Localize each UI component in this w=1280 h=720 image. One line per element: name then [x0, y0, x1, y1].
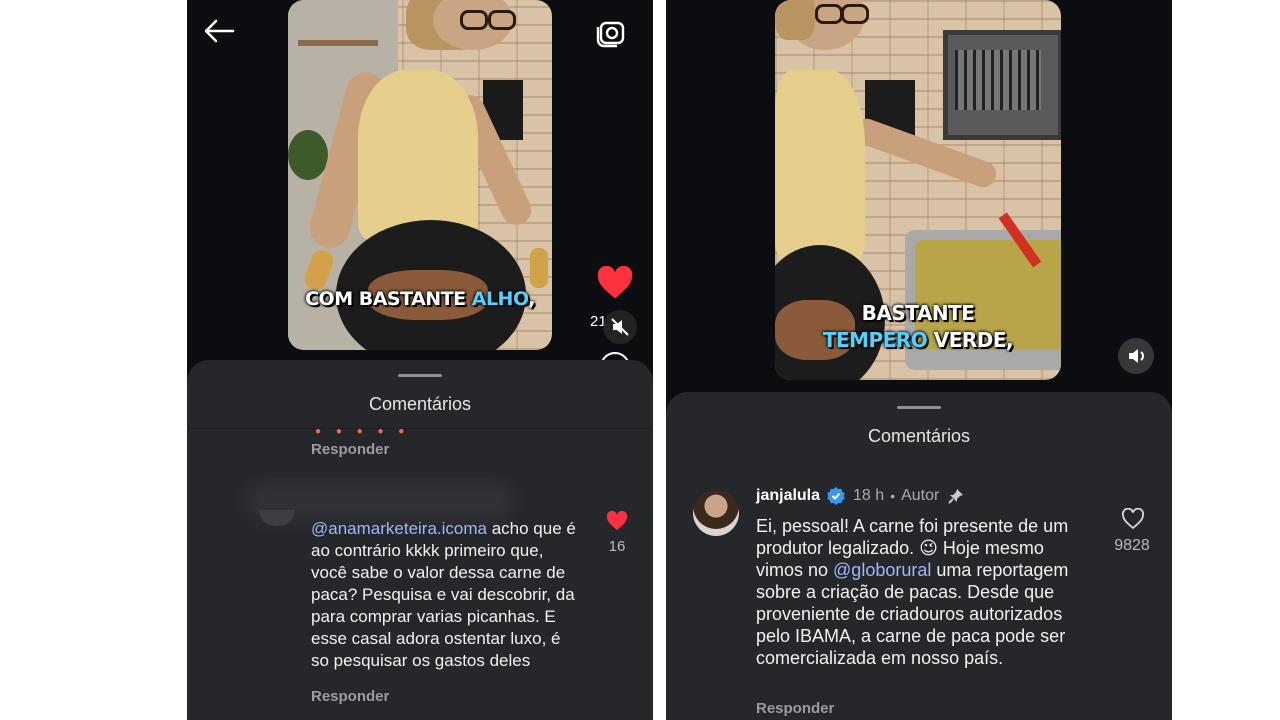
- reply-button[interactable]: Responder: [311, 688, 389, 705]
- comment-mention[interactable]: @anamarketeira.icoma: [311, 519, 487, 538]
- comment-mention[interactable]: @globorural: [833, 560, 931, 580]
- avatar[interactable]: [693, 490, 739, 536]
- sheet-title: Comentários: [867, 426, 971, 446]
- heart-outline-icon[interactable]: [1121, 508, 1145, 530]
- reel-video-right[interactable]: BASTANTE TEMPERO VERDE,: [775, 0, 1061, 380]
- sheet-title: Comentários: [368, 394, 472, 414]
- video-caption: COM BASTANTE ALHO,: [288, 288, 552, 310]
- left-phone-screen: COM BASTANTE ALHO, 21 Comentários ● ● ● …: [187, 0, 653, 720]
- comment-like-count: 16: [608, 538, 626, 555]
- caption-line1: BASTANTE: [861, 301, 975, 325]
- muted-speaker-icon[interactable]: [603, 310, 637, 344]
- caption-suffix: ,: [528, 288, 535, 310]
- verified-badge-icon: [827, 487, 845, 505]
- volume-icon[interactable]: [1118, 338, 1154, 374]
- heart-filled-icon[interactable]: [606, 511, 628, 531]
- back-arrow-icon[interactable]: [203, 18, 235, 44]
- author-tag: Autor: [901, 487, 940, 504]
- caption-highlight: ALHO: [471, 288, 529, 310]
- right-phone-screen: BASTANTE TEMPERO VERDE, Comentários janj…: [666, 0, 1172, 720]
- pin-icon: [948, 489, 964, 504]
- emoji-row-partial: ● ● ● ● ●: [315, 426, 411, 437]
- caption-highlight: TEMPERO: [822, 328, 928, 352]
- comments-sheet: Comentários ● ● ● ● ● Responder @anamark…: [187, 360, 653, 720]
- camera-icon[interactable]: [595, 16, 627, 48]
- video-caption: BASTANTE TEMPERO VERDE,: [775, 300, 1061, 354]
- comments-sheet: Comentários janjalula 18 h • Autor Ei, p…: [666, 392, 1172, 720]
- comment-text: @anamarketeira.icoma acho que é ao contr…: [311, 518, 581, 672]
- comment-text: Ei, pessoal! A carne foi presente de um …: [756, 515, 1091, 669]
- title-divider: [187, 428, 653, 429]
- separator: •: [890, 488, 896, 504]
- comment-body: acho que é ao contrário kkkk primeiro qu…: [311, 519, 576, 670]
- reply-button[interactable]: Responder: [756, 700, 834, 717]
- drag-handle[interactable]: [398, 374, 442, 377]
- caption-suffix: VERDE,: [927, 328, 1014, 352]
- comment-header: janjalula 18 h • Autor: [756, 486, 965, 506]
- heart-filled-icon[interactable]: [596, 266, 634, 300]
- comment-time: 18 h: [853, 487, 885, 504]
- reply-button[interactable]: Responder: [311, 441, 389, 458]
- avatar[interactable]: [259, 510, 295, 526]
- drag-handle[interactable]: [897, 406, 941, 409]
- caption-text: COM BASTANTE: [305, 288, 472, 310]
- username[interactable]: janjalula: [756, 487, 820, 505]
- comment-like-count: 9828: [1114, 537, 1150, 554]
- reel-video-left[interactable]: COM BASTANTE ALHO,: [288, 0, 552, 350]
